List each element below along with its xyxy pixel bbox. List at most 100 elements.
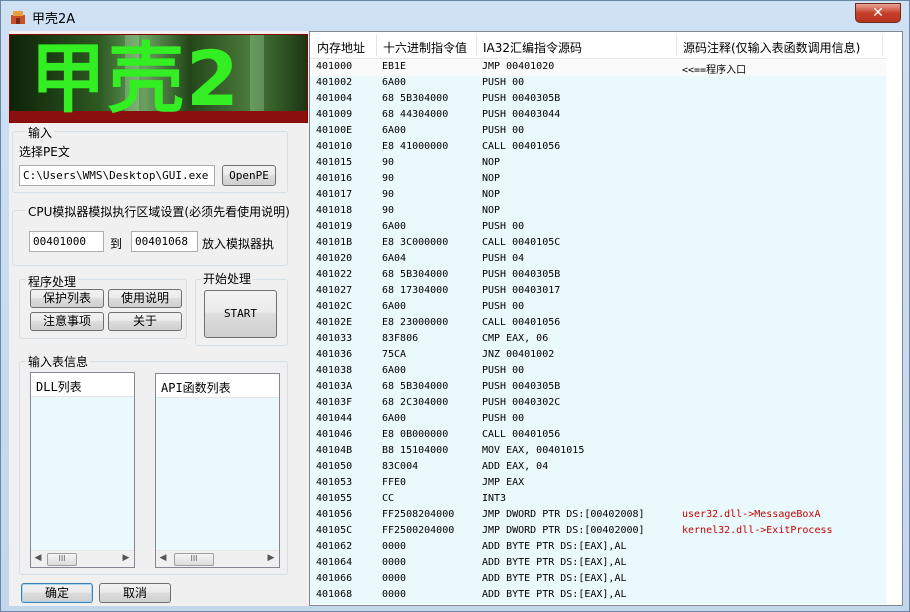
to-label: 到 [110,237,123,251]
table-row[interactable]: 40103F 68 2C304000 PUSH 0040302C [310,396,886,412]
column-header-asm[interactable]: IA32汇编指令源码 [483,39,582,56]
table-row[interactable]: 401019 6A00 PUSH 00 [310,220,886,236]
api-list-header[interactable]: API函数列表 [156,374,279,398]
table-row[interactable]: 401017 90 NOP [310,188,886,204]
column-header-note[interactable]: 源码注释(仅输入表函数调用信息) [683,39,860,56]
column-header-hex[interactable]: 十六进制指令值 [383,39,467,56]
scroll-thumb[interactable]: III [174,553,214,566]
cell-address: 401062 [316,541,353,552]
table-row[interactable]: 40100E 6A00 PUSH 00 [310,124,886,140]
cell-hex: 90 [382,189,395,200]
api-list-hscrollbar[interactable]: ◀ III ▶ [156,550,279,567]
table-row[interactable]: 401027 68 17304000 PUSH 00403017 [310,284,886,300]
protect-list-button[interactable]: 保护列表 [30,289,104,308]
cell-asm: JMP DWORD PTR DS:[00402000] [482,525,645,536]
cell-asm: CALL 0040105C [482,237,561,248]
table-row[interactable]: 401000 EB1E JMP 00401020 <<==程序入口 [310,60,886,76]
table-row[interactable]: 401068 0000 ADD BYTE PTR DS:[EAX],AL [310,588,886,604]
dll-list[interactable]: DLL列表 ◀ III ▶ [30,372,135,568]
open-pe-button[interactable]: OpenPE [222,165,276,186]
table-row[interactable]: 401020 6A04 PUSH 04 [310,252,886,268]
cancel-button[interactable]: 取消 [99,583,171,603]
scroll-left-icon[interactable]: ◀ [158,553,168,563]
scroll-left-icon[interactable]: ◀ [33,553,43,563]
cell-address: 401017 [316,189,353,200]
about-button[interactable]: 关于 [108,312,182,331]
title-bar[interactable]: 甲壳2A ✕ [1,1,909,31]
column-header-address[interactable]: 内存地址 [317,39,365,56]
cell-hex: 6A00 [382,301,407,312]
table-row[interactable]: 401033 83F806 CMP EAX, 06 [310,332,886,348]
cell-asm: ADD EAX, 04 [482,461,549,472]
cell-asm: NOP [482,157,501,168]
cell-asm: JMP 00401020 [482,61,555,72]
cell-hex: FF2500204000 [382,525,455,536]
load-to-emulator-label: 放入模拟器执 [202,237,275,251]
table-row[interactable]: 401010 E8 41000000 CALL 00401056 [310,140,886,156]
cell-asm: ADD BYTE PTR DS:[EAX],AL [482,589,627,600]
table-row[interactable]: 401016 90 NOP [310,172,886,188]
cell-asm: PUSH 0040305B [482,93,561,104]
table-row[interactable]: 401053 FFE0 JMP EAX [310,476,886,492]
table-row[interactable]: 401002 6A00 PUSH 00 [310,76,886,92]
cell-hex: 6A00 [382,77,407,88]
cell-asm: JMP DWORD PTR DS:[00402008] [482,509,645,520]
start-address-field[interactable]: 00401000 [29,231,104,252]
table-row[interactable]: 401036 75CA JNZ 00401002 [310,348,886,364]
table-row[interactable]: 401056 FF2508204000 JMP DWORD PTR DS:[0040… [310,508,886,524]
table-row[interactable]: 401062 0000 ADD BYTE PTR DS:[EAX],AL [310,540,886,556]
table-row[interactable]: 40105C FF2500204000 JMP DWORD PTR DS:[0040… [310,524,886,540]
disassembly-list[interactable]: 内存地址 十六进制指令值 IA32汇编指令源码 源码注释(仅输入表函数调用信息)… [309,31,903,606]
table-row[interactable]: 401050 83C004 ADD EAX, 04 [310,460,886,476]
table-row[interactable]: 401015 90 NOP [310,156,886,172]
table-row[interactable]: 40102C 6A00 PUSH 00 [310,300,886,316]
cell-address: 401002 [316,77,353,88]
cell-address: 40103F [316,397,353,408]
cell-address: 401064 [316,557,353,568]
table-row[interactable]: 401009 68 44304000 PUSH 00403044 [310,108,886,124]
cell-address: 401038 [316,365,353,376]
start-button[interactable]: START [204,290,277,338]
cell-asm: ADD BYTE PTR DS:[EAX],AL [482,573,627,584]
table-row[interactable]: 401055 CC INT3 [310,492,886,508]
cell-hex: 90 [382,157,395,168]
cell-asm: CALL 00401056 [482,141,561,152]
table-row[interactable]: 401038 6A00 PUSH 00 [310,364,886,380]
table-row[interactable]: 40101B E8 3C000000 CALL 0040105C [310,236,886,252]
table-row[interactable]: 401066 0000 ADD BYTE PTR DS:[EAX],AL [310,572,886,588]
table-row[interactable]: 40103A 68 5B304000 PUSH 0040305B [310,380,886,396]
table-row[interactable]: 401044 6A00 PUSH 00 [310,412,886,428]
app-icon [11,11,25,24]
notes-button[interactable]: 注意事项 [30,312,104,331]
api-list[interactable]: API函数列表 ◀ III ▶ [155,373,280,568]
cell-address: 401053 [316,477,353,488]
table-row[interactable]: 40102E E8 23000000 CALL 00401056 [310,316,886,332]
cell-asm: NOP [482,189,501,200]
scroll-right-icon[interactable]: ▶ [121,553,131,563]
cell-address: 401066 [316,573,353,584]
cell-address: 40102C [316,301,353,312]
cell-asm: INT3 [482,493,507,504]
cell-hex: 0000 [382,573,407,584]
end-address-field[interactable]: 00401068 [131,231,198,252]
cell-address: 40105C [316,525,353,536]
usage-button[interactable]: 使用说明 [108,289,182,308]
cell-hex: E8 3C000000 [382,237,449,248]
cell-hex: 83F806 [382,333,419,344]
cell-hex: FFE0 [382,477,407,488]
table-row[interactable]: 40104B B8 15104000 MOV EAX, 00401015 [310,444,886,460]
ok-button[interactable]: 确定 [21,583,93,603]
cell-hex: 90 [382,205,395,216]
close-button[interactable]: ✕ [855,3,901,23]
cell-address: 401015 [316,157,353,168]
table-row[interactable]: 401022 68 5B304000 PUSH 0040305B [310,268,886,284]
pe-path-field[interactable]: C:\Users\WMS\Desktop\GUI.exe [19,165,215,186]
table-row[interactable]: 401046 E8 0B000000 CALL 00401056 [310,428,886,444]
dll-list-hscrollbar[interactable]: ◀ III ▶ [31,550,134,567]
scroll-thumb[interactable]: III [47,553,77,566]
table-row[interactable]: 401004 68 5B304000 PUSH 0040305B [310,92,886,108]
table-row[interactable]: 401018 90 NOP [310,204,886,220]
table-row[interactable]: 401064 0000 ADD BYTE PTR DS:[EAX],AL [310,556,886,572]
dll-list-header[interactable]: DLL列表 [31,373,134,397]
scroll-right-icon[interactable]: ▶ [266,553,276,563]
